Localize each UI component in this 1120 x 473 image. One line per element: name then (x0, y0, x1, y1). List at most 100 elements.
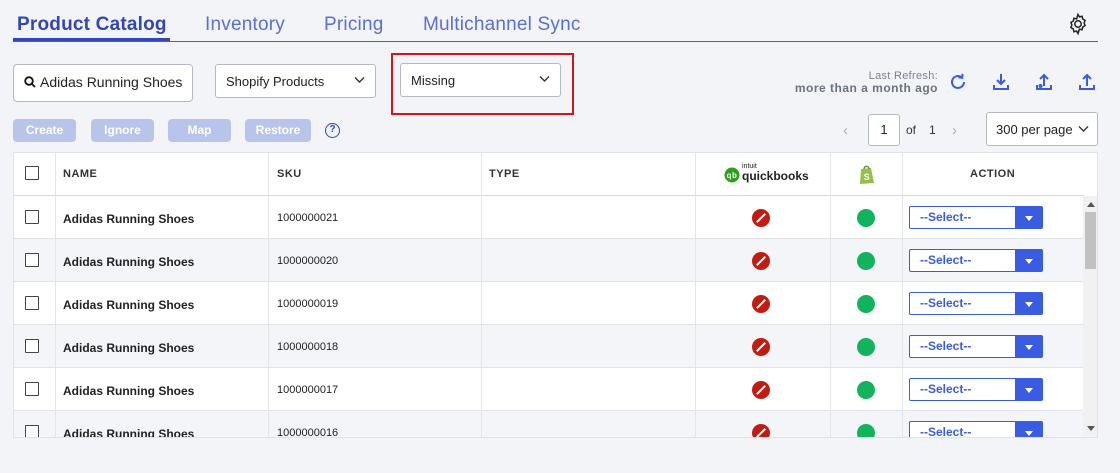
upload-icon[interactable] (1077, 72, 1097, 92)
type-cell (482, 411, 696, 437)
next-page-button[interactable]: › (952, 122, 957, 139)
chevron-down-icon (1078, 126, 1089, 132)
status-select[interactable]: Missing (400, 63, 561, 97)
product-table: NAME SKU TYPE qb intuit quickbooks S ACT… (13, 152, 1098, 438)
row-action-select[interactable]: --Select-- (909, 378, 1043, 401)
table-row: Adidas Running Shoes 1000000016 --Select-- (14, 411, 1084, 438)
active-tab-underline (13, 38, 170, 41)
type-cell (482, 368, 696, 411)
product-name: Adidas Running Shoes (63, 384, 195, 398)
table-row: Adidas Running Shoes 1000000019 --Select-- (14, 282, 1084, 325)
source-select-value: Shopify Products (226, 74, 325, 89)
synced-status-icon (857, 295, 875, 313)
table-row: Adidas Running Shoes 1000000018 --Select-- (14, 325, 1084, 368)
tab-multichannel-sync[interactable]: Multichannel Sync (423, 14, 581, 36)
row-select-cell (14, 196, 56, 239)
source-select[interactable]: Shopify Products (215, 64, 376, 98)
vertical-scrollbar[interactable] (1083, 196, 1097, 437)
row-action-select[interactable]: --Select-- (909, 292, 1043, 315)
row-checkbox[interactable] (25, 296, 39, 310)
row-checkbox[interactable] (25, 339, 39, 353)
type-cell (482, 239, 696, 282)
synced-status-icon (857, 252, 875, 270)
page-total: 1 (929, 123, 936, 137)
chevron-down-icon (354, 77, 365, 83)
restore-button[interactable]: Restore (245, 119, 311, 142)
svg-text:qb: qb (727, 171, 738, 180)
row-checkbox[interactable] (25, 425, 39, 437)
header-sku[interactable]: SKU (269, 153, 482, 196)
row-action-value: --Select-- (920, 296, 972, 310)
synced-status-icon (857, 338, 875, 356)
create-button[interactable]: Create (13, 119, 76, 142)
quickbooks-logo: qb intuit quickbooks (724, 163, 809, 184)
row-select-cell (14, 368, 56, 411)
row-checkbox[interactable] (25, 382, 39, 396)
header-select-cell (14, 153, 56, 196)
scroll-up-arrow-icon[interactable] (1087, 202, 1095, 207)
row-action-select[interactable]: --Select-- (909, 249, 1043, 272)
help-icon[interactable]: ? (325, 123, 340, 138)
row-action-value: --Select-- (920, 253, 972, 267)
page-input[interactable]: 1 (868, 114, 900, 146)
row-action-value: --Select-- (920, 210, 972, 224)
download-icon[interactable] (991, 72, 1011, 92)
row-action-select[interactable]: --Select-- (909, 421, 1043, 438)
per-page-select[interactable]: 300 per page (986, 112, 1098, 146)
row-action-select[interactable]: --Select-- (909, 206, 1043, 229)
type-cell (482, 325, 696, 368)
header-shopify: S (831, 153, 903, 196)
tab-pricing[interactable]: Pricing (324, 14, 383, 36)
map-button[interactable]: Map (168, 119, 231, 142)
last-refresh: Last Refresh: more than a month ago (760, 70, 938, 94)
product-name: Adidas Running Shoes (63, 427, 195, 438)
product-sku: 1000000016 (277, 427, 339, 438)
row-select-cell (14, 411, 56, 437)
gear-icon[interactable] (1066, 12, 1090, 36)
dropdown-arrow-icon[interactable] (1015, 379, 1042, 400)
row-action-select[interactable]: --Select-- (909, 335, 1043, 358)
header-name[interactable]: NAME (56, 153, 269, 196)
tab-inventory[interactable]: Inventory (205, 14, 285, 36)
tab-product-catalog[interactable]: Product Catalog (17, 14, 167, 36)
table-row: Adidas Running Shoes 1000000017 --Select-- (14, 368, 1084, 411)
table-header: NAME SKU TYPE qb intuit quickbooks S ACT… (14, 153, 1084, 196)
product-sku: 1000000020 (277, 255, 339, 267)
product-sku: 1000000017 (277, 384, 339, 396)
table-row: Adidas Running Shoes 1000000020 --Select-- (14, 239, 1084, 282)
refresh-icon[interactable] (948, 72, 968, 92)
prev-page-button[interactable]: ‹ (843, 122, 848, 139)
search-input[interactable] (40, 74, 190, 90)
missing-status-icon (752, 424, 770, 437)
row-checkbox[interactable] (25, 210, 39, 224)
row-select-cell (14, 282, 56, 325)
per-page-value: 300 per page (996, 122, 1073, 137)
ignore-button[interactable]: Ignore (91, 119, 154, 142)
dropdown-arrow-icon[interactable] (1015, 250, 1042, 271)
status-select-value: Missing (411, 73, 456, 88)
dropdown-arrow-icon[interactable] (1015, 207, 1042, 228)
svg-text:S: S (864, 172, 871, 182)
synced-status-icon (857, 209, 875, 227)
row-select-cell (14, 325, 56, 368)
product-name: Adidas Running Shoes (63, 212, 195, 226)
select-all-checkbox[interactable] (25, 166, 39, 180)
product-name: Adidas Running Shoes (63, 255, 195, 269)
row-action-value: --Select-- (920, 425, 972, 438)
scrollbar-thumb[interactable] (1085, 212, 1096, 269)
dropdown-arrow-icon[interactable] (1015, 422, 1042, 437)
header-type[interactable]: TYPE (482, 153, 696, 196)
missing-status-icon (752, 295, 770, 313)
product-name: Adidas Running Shoes (63, 341, 195, 355)
row-checkbox[interactable] (25, 253, 39, 267)
dropdown-arrow-icon[interactable] (1015, 293, 1042, 314)
product-sku: 1000000019 (277, 298, 339, 310)
search-icon (24, 76, 36, 88)
last-refresh-value: more than a month ago (794, 81, 938, 95)
scroll-down-arrow-icon[interactable] (1087, 426, 1095, 431)
missing-status-icon (752, 209, 770, 227)
product-sku: 1000000018 (277, 341, 339, 353)
synced-status-icon (857, 424, 875, 437)
upload-dot-icon[interactable] (1034, 72, 1054, 92)
dropdown-arrow-icon[interactable] (1015, 336, 1042, 357)
